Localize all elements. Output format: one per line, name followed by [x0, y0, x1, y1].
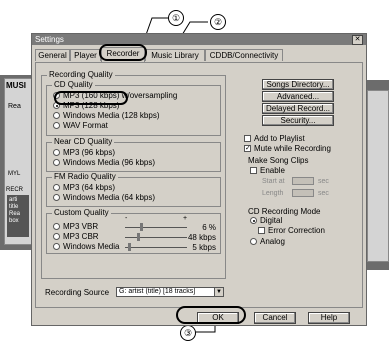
slider-track	[125, 237, 187, 238]
option-label: Windows Media (64 kbps)	[63, 193, 156, 202]
callout-1: ①	[168, 10, 184, 26]
callout-2: ②	[210, 14, 226, 30]
checkbox[interactable]	[258, 227, 265, 234]
length-unit: sec	[318, 190, 329, 197]
custom-quality-title: Custom Quality	[52, 208, 111, 217]
option-label: WAV Format	[63, 121, 108, 130]
chevron-down-icon[interactable]: ▼	[214, 288, 223, 296]
start-at-unit: sec	[318, 178, 329, 185]
custom-quality-group: Custom Quality - + MP3 VBR 6 % MP3 CBR 4…	[46, 208, 221, 254]
mp3-cbr-value: 48 kbps	[187, 233, 216, 242]
settings-dialog: Settings ✕ General Player Recorder Music…	[31, 33, 367, 326]
radio-button[interactable]	[53, 243, 60, 250]
recording-source-label: Recording Source	[45, 288, 110, 297]
security-button[interactable]: Security...	[262, 115, 334, 126]
mp3-vbr-slider[interactable]	[125, 223, 187, 231]
slider-thumb[interactable]	[137, 233, 140, 241]
option-label: Analog	[260, 237, 285, 246]
cd-quality-title: CD Quality	[52, 80, 95, 89]
windows-media-slider[interactable]	[125, 243, 187, 251]
highlight-ring-mp3-128	[54, 91, 128, 105]
checkbox-label: Enable	[260, 166, 285, 175]
slider-track	[125, 247, 187, 248]
radio-button-selected[interactable]	[250, 217, 257, 224]
recording-quality-title: Recording Quality	[47, 70, 115, 79]
option-label: MP3 (96 kbps)	[63, 148, 116, 157]
radio-button[interactable]	[53, 194, 60, 201]
slider-thumb[interactable]	[140, 223, 143, 231]
option-label: Digital	[260, 216, 283, 225]
radio-button[interactable]	[250, 238, 257, 245]
windows-media-value: 5 kbps	[192, 243, 216, 252]
fm-radio-quality-title: FM Radio Quality	[52, 172, 118, 181]
dialog-titlebar: Settings ✕	[32, 34, 366, 45]
advanced-button[interactable]: Advanced...	[262, 91, 334, 102]
tab-general[interactable]: General	[35, 49, 70, 61]
callout-3: ③	[180, 325, 196, 341]
delayed-record-button[interactable]: Delayed Record...	[262, 103, 334, 114]
radio-button[interactable]	[53, 159, 60, 166]
checkbox[interactable]	[244, 135, 251, 142]
recording-source-select[interactable]: G: artist (title) [18 tracks] ▼	[116, 287, 224, 297]
checkbox-label: Mute while Recording	[254, 144, 331, 153]
option-label: Windows Media	[63, 242, 120, 251]
tab-cddb-connectivity[interactable]: CDDB/Connectivity	[205, 49, 283, 61]
length-label: Length	[262, 190, 284, 197]
checkbox[interactable]	[250, 167, 257, 174]
mp3-cbr-slider[interactable]	[125, 233, 187, 241]
cancel-button[interactable]: Cancel	[254, 312, 296, 324]
radio-button[interactable]	[53, 149, 60, 156]
dialog-title: Settings	[35, 35, 64, 44]
option-label: MP3 (64 kbps)	[63, 183, 116, 192]
fm-radio-quality-group: FM Radio Quality MP3 (64 kbps) Windows M…	[46, 172, 221, 207]
slider-scale-plus: +	[183, 215, 188, 222]
near-cd-quality-title: Near CD Quality	[52, 137, 115, 146]
radio-button[interactable]	[53, 112, 60, 119]
help-button[interactable]: Help	[308, 312, 350, 324]
cd-recording-mode-title: CD Recording Mode	[248, 207, 321, 216]
option-label: Windows Media (128 kbps)	[63, 111, 160, 120]
mp3-vbr-value: 6 %	[202, 223, 216, 232]
checkbox-label: Error Correction	[268, 226, 325, 235]
recording-source-value: G: artist (title) [18 tracks]	[119, 288, 196, 295]
close-icon[interactable]: ✕	[352, 35, 363, 45]
recording-quality-group: Recording Quality CD Quality MP3 (160 kb…	[41, 70, 226, 279]
make-song-clips-title: Make Song Clips	[248, 156, 309, 165]
radio-button[interactable]	[53, 184, 60, 191]
songs-directory-button[interactable]: Songs Directory...	[262, 79, 334, 90]
option-label: MP3 VBR	[63, 222, 99, 231]
tab-music-library[interactable]: Music Library	[145, 49, 205, 61]
checkbox-label: Add to Playlist	[254, 134, 305, 143]
option-label: MP3 CBR	[63, 232, 99, 241]
radio-button[interactable]	[53, 223, 60, 230]
checkbox-checked[interactable]: ✓	[244, 145, 251, 152]
radio-button[interactable]	[53, 122, 60, 129]
slider-scale-minus: -	[125, 215, 128, 222]
tab-player[interactable]: Player	[70, 49, 101, 61]
start-at-field[interactable]	[292, 177, 314, 185]
highlight-ring-recorder-tab	[99, 44, 147, 61]
slider-thumb[interactable]	[128, 243, 131, 251]
radio-button[interactable]	[53, 233, 60, 240]
start-at-label: Start at	[262, 178, 285, 185]
near-cd-quality-group: Near CD Quality MP3 (96 kbps) Windows Me…	[46, 137, 221, 172]
slider-track	[125, 227, 187, 228]
highlight-ring-ok-button	[176, 306, 246, 324]
length-field[interactable]	[292, 189, 314, 197]
option-label: Windows Media (96 kbps)	[63, 158, 156, 167]
